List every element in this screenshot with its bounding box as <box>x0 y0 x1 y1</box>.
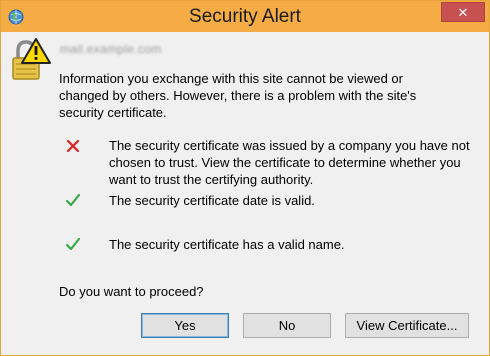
security-alert-dialog: Security Alert ✕ mail.example.com Inform… <box>0 0 490 356</box>
dialog-title: Security Alert <box>189 6 301 27</box>
green-check-icon <box>65 193 81 207</box>
no-button[interactable]: No <box>243 313 331 338</box>
title-bar[interactable]: Security Alert ✕ <box>1 1 489 32</box>
certificate-issuer-warning: The security certificate was issued by a… <box>109 138 470 187</box>
warning-lock-icon <box>12 38 51 80</box>
proceed-question: Do you want to proceed? <box>59 284 204 299</box>
certificate-name-valid: The security certificate has a valid nam… <box>109 237 345 252</box>
site-url: mail.example.com <box>60 42 162 56</box>
dialog-body: mail.example.com Information you exchang… <box>8 32 482 350</box>
close-icon: ✕ <box>457 4 469 20</box>
green-check-icon <box>65 237 81 251</box>
certificate-date-valid: The security certificate date is valid. <box>109 193 315 208</box>
red-x-icon <box>66 139 80 153</box>
yes-button[interactable]: Yes <box>141 313 229 338</box>
intro-text: Information you exchange with this site … <box>59 71 417 120</box>
view-certificate-button[interactable]: View Certificate... <box>345 313 469 338</box>
close-button[interactable]: ✕ <box>441 2 485 22</box>
